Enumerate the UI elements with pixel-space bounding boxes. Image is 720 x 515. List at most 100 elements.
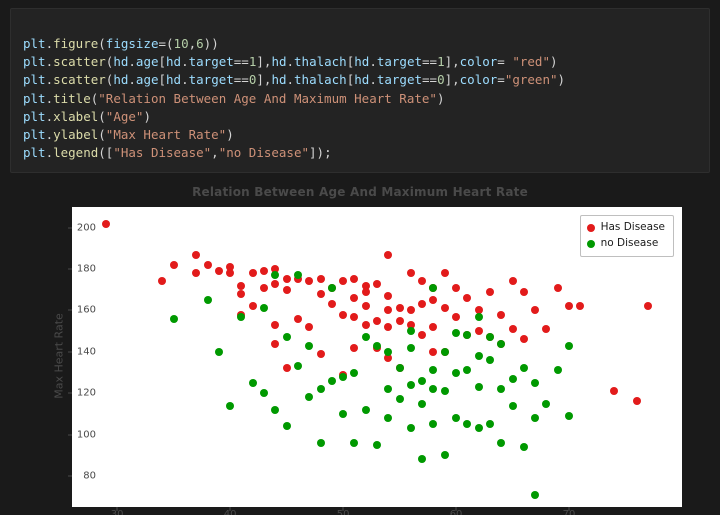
scatter-point [328, 284, 336, 292]
scatter-point [475, 352, 483, 360]
scatter-point [305, 393, 313, 401]
scatter-point [452, 284, 460, 292]
scatter-point [418, 455, 426, 463]
scatter-point [475, 383, 483, 391]
scatter-point [384, 385, 392, 393]
scatter-point [633, 397, 641, 405]
code-line: plt.title("Relation Between Age And Maxi… [23, 91, 444, 106]
scatter-point [384, 292, 392, 300]
code-line: plt.figure(figsize=(10,6)) [23, 36, 219, 51]
scatter-point [396, 395, 404, 403]
scatter-point [509, 375, 517, 383]
scatter-point [305, 277, 313, 285]
scatter-point [497, 311, 505, 319]
scatter-point [305, 342, 313, 350]
scatter-point [317, 439, 325, 447]
scatter-point [384, 306, 392, 314]
scatter-point [396, 304, 404, 312]
legend-label: no Disease [601, 236, 659, 252]
y-tick-mark [68, 227, 72, 228]
scatter-point [362, 288, 370, 296]
chart-legend: Has Disease no Disease [580, 215, 674, 257]
circle-icon [587, 240, 595, 248]
scatter-point [260, 284, 268, 292]
scatter-point [350, 294, 358, 302]
scatter-point [531, 306, 539, 314]
scatter-point [158, 277, 166, 285]
scatter-point [271, 406, 279, 414]
x-tick-mark [569, 507, 570, 511]
scatter-point [170, 261, 178, 269]
scatter-point [362, 321, 370, 329]
scatter-point [407, 306, 415, 314]
scatter-point [542, 400, 550, 408]
scatter-point [418, 277, 426, 285]
scatter-point [192, 251, 200, 259]
scatter-point [204, 296, 212, 304]
y-tick-label: 140 [56, 346, 96, 357]
scatter-point [283, 286, 291, 294]
scatter-point [475, 424, 483, 432]
x-tick-mark [343, 507, 344, 511]
scatter-point [328, 377, 336, 385]
scatter-point [554, 366, 562, 374]
code-line: plt.scatter(hd.age[hd.target==0],hd.thal… [23, 72, 565, 87]
scatter-point [192, 269, 200, 277]
scatter-point [373, 280, 381, 288]
scatter-point [373, 441, 381, 449]
scatter-point [520, 335, 528, 343]
scatter-point [610, 387, 618, 395]
scatter-point [362, 333, 370, 341]
scatter-point [170, 315, 178, 323]
scatter-point [362, 406, 370, 414]
scatter-point [260, 389, 268, 397]
scatter-point [237, 282, 245, 290]
code-line: plt.legend(["Has Disease","no Disease"])… [23, 145, 332, 160]
y-tick-mark [68, 434, 72, 435]
x-tick-mark [456, 507, 457, 511]
scatter-point [249, 379, 257, 387]
code-cell: plt.figure(figsize=(10,6)) plt.scatter(h… [10, 8, 710, 173]
y-tick-label: 100 [56, 429, 96, 440]
scatter-point [644, 302, 652, 310]
scatter-point [418, 400, 426, 408]
scatter-point [407, 424, 415, 432]
scatter-point [531, 491, 539, 499]
scatter-point [531, 379, 539, 387]
scatter-point [226, 269, 234, 277]
scatter-point [486, 356, 494, 364]
scatter-point [260, 267, 268, 275]
scatter-point [317, 385, 325, 393]
scatter-point [520, 364, 528, 372]
scatter-point [249, 269, 257, 277]
scatter-point [249, 302, 257, 310]
scatter-point [407, 344, 415, 352]
scatter-point [497, 385, 505, 393]
scatter-point [441, 304, 449, 312]
scatter-point [429, 420, 437, 428]
y-tick-label: 180 [56, 264, 96, 275]
scatter-point [271, 321, 279, 329]
code-line: plt.ylabel("Max Heart Rate") [23, 127, 234, 142]
scatter-point [429, 366, 437, 374]
code-line: plt.xlabel("Age") [23, 109, 151, 124]
scatter-point [441, 451, 449, 459]
y-tick-label: 80 [56, 470, 96, 481]
chart-title: Relation Between Age And Maximum Heart R… [10, 185, 710, 199]
scatter-point [384, 348, 392, 356]
scatter-point [418, 331, 426, 339]
y-tick-mark [68, 351, 72, 352]
scatter-point [384, 323, 392, 331]
scatter-point [441, 387, 449, 395]
y-tick-label: 200 [56, 222, 96, 233]
scatter-point [452, 414, 460, 422]
circle-icon [587, 224, 595, 232]
scatter-point [429, 296, 437, 304]
scatter-point [339, 277, 347, 285]
scatter-point [373, 342, 381, 350]
code-line: plt.scatter(hd.age[hd.target==1],hd.thal… [23, 54, 558, 69]
y-tick-mark [68, 475, 72, 476]
scatter-point [317, 290, 325, 298]
scatter-point [554, 284, 562, 292]
scatter-point [283, 333, 291, 341]
